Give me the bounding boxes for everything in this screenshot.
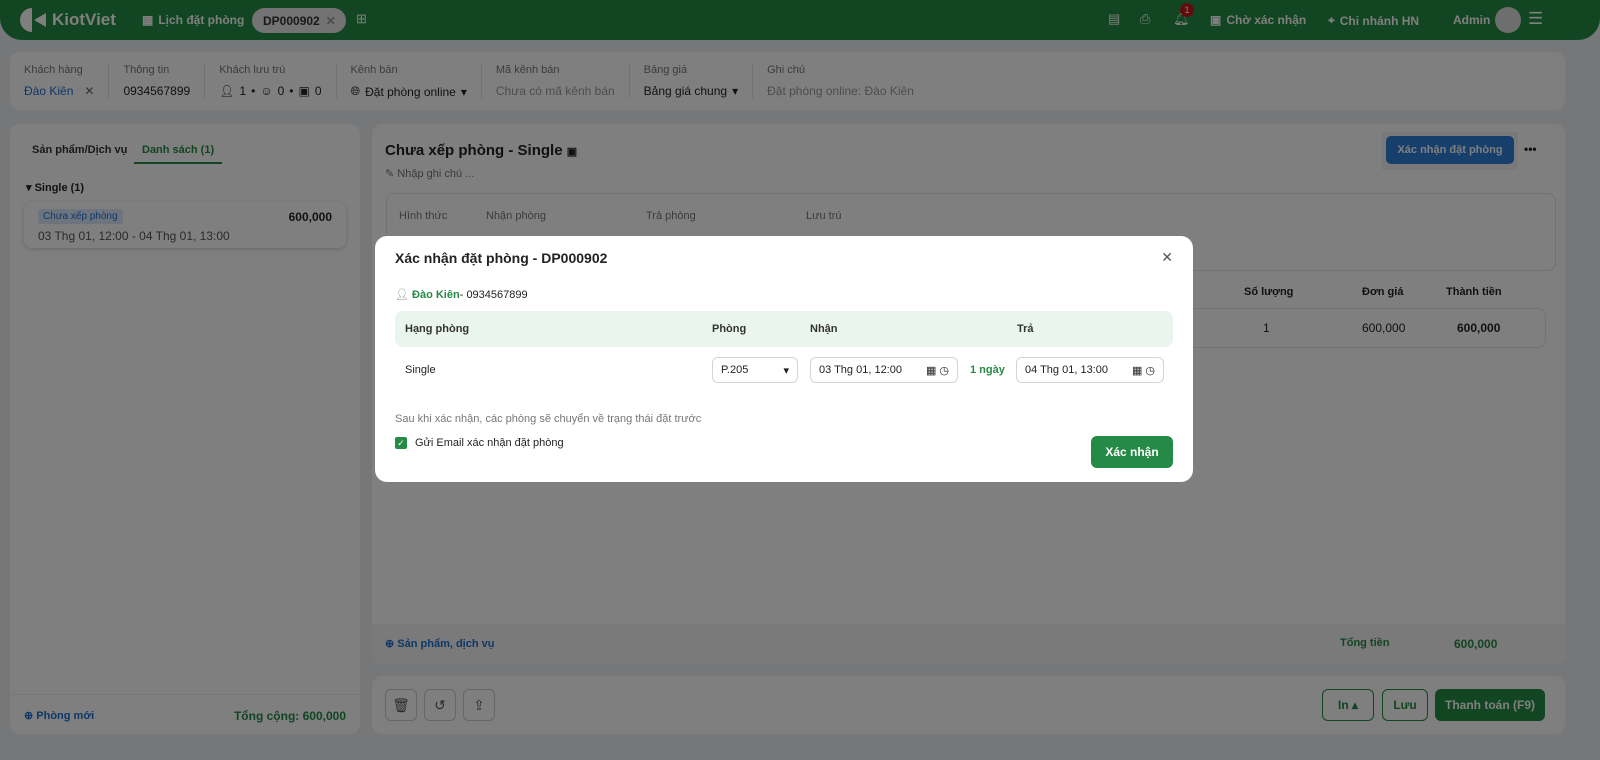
hint-text: Sau khi xác nhận, các phòng sẽ chuyển về…	[395, 413, 702, 425]
confirm-booking-dialog: Xác nhận đặt phòng - DP000902 ✕ 👤︎ Đào K…	[375, 236, 1193, 482]
room-select[interactable]: P.205 ▾	[712, 357, 798, 383]
calendar-clock-icon: ▦ ◷	[925, 364, 949, 377]
checkbox-checked-icon[interactable]: ✓	[395, 437, 407, 449]
dialog-title: Xác nhận đặt phòng - DP000902	[395, 250, 608, 266]
table-row: Single P.205 ▾ 03 Thg 01, 12:00 ▦ ◷ 1 ngày…	[395, 347, 1173, 395]
customer-line: 👤︎ Đào Kiên- 0934567899	[395, 289, 528, 301]
checkin-input[interactable]: 03 Thg 01, 12:00 ▦ ◷	[810, 357, 958, 383]
user-icon: 👤︎	[395, 289, 409, 301]
table-header: Hạng phòng Phòng Nhận Trả	[395, 311, 1173, 347]
checkout-input[interactable]: 04 Thg 01, 13:00 ▦ ◷	[1016, 357, 1164, 383]
calendar-clock-icon: ▦ ◷	[1131, 364, 1155, 377]
confirm-button[interactable]: Xác nhận	[1091, 436, 1173, 468]
email-checkbox[interactable]: ✓ Gửi Email xác nhận đặt phòng	[395, 437, 564, 449]
chevron-down-icon: ▾	[783, 364, 789, 377]
close-icon[interactable]: ✕	[1161, 249, 1173, 266]
